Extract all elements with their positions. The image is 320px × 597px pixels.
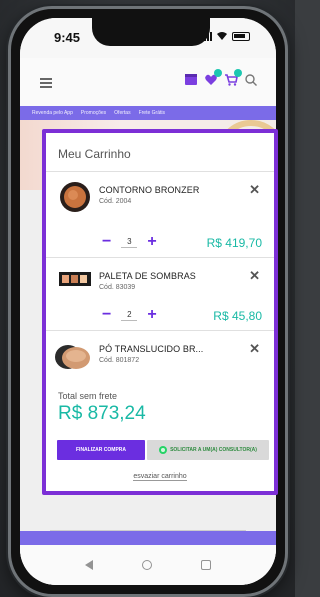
promo-item[interactable]: Ofertas	[114, 110, 130, 116]
battery-icon	[232, 31, 250, 41]
cart-title: Meu Carrinho	[58, 147, 131, 161]
quantity-stepper: − 2 +	[102, 307, 157, 323]
product-image-powder	[55, 345, 90, 369]
cart-icon[interactable]	[224, 69, 242, 87]
promo-bar: Revenda pelo App Promoções Ofertas Frete…	[20, 106, 276, 120]
recent-apps-icon[interactable]	[201, 560, 212, 570]
item-name: CONTORNO BRONZER	[99, 185, 200, 195]
back-icon[interactable]	[84, 560, 93, 570]
cart-badge	[234, 69, 242, 77]
heart-icon[interactable]	[204, 69, 222, 87]
wifi-icon	[217, 32, 227, 40]
whatsapp-consultant-button[interactable]: SOLICITAR A UM(A) CONSULTOR(A)	[147, 440, 269, 460]
item-name: PÓ TRANSLUCIDO BR...	[99, 344, 204, 354]
header-icons	[184, 69, 258, 87]
android-nav-bar	[20, 545, 276, 585]
item-code: Cód. 801872	[99, 357, 140, 364]
whatsapp-icon	[159, 446, 168, 454]
status-icons	[201, 31, 250, 41]
minus-icon[interactable]: −	[102, 234, 111, 250]
store-icon[interactable]	[184, 73, 198, 87]
status-time: 9:45	[54, 30, 81, 45]
divider	[46, 330, 274, 331]
heart-badge	[214, 69, 222, 77]
empty-cart-link[interactable]: esvaziar carrinho	[46, 473, 274, 481]
plus-icon[interactable]: +	[147, 307, 156, 323]
promo-item[interactable]: Frete Grátis	[139, 110, 165, 116]
item-code: Cód. 2004	[99, 198, 132, 205]
close-icon[interactable]: ✕	[249, 183, 260, 196]
product-image-palette	[59, 272, 91, 286]
item-price: R$ 45,80	[213, 309, 262, 323]
plus-icon[interactable]: +	[147, 234, 156, 250]
finish-purchase-button[interactable]: FINALIZAR COMPRA	[57, 440, 145, 460]
signal-icon	[201, 31, 212, 41]
total-label: Total sem frete	[58, 391, 118, 401]
divider	[46, 257, 274, 258]
divider	[46, 171, 274, 172]
total-value: R$ 873,24	[58, 403, 146, 424]
home-icon[interactable]	[141, 560, 152, 570]
promo-item[interactable]: Promoções	[81, 110, 106, 116]
notch	[92, 18, 210, 46]
search-icon[interactable]	[244, 73, 258, 87]
quantity-stepper: − 3 +	[102, 234, 157, 250]
promo-item[interactable]: Revenda pelo App	[32, 110, 73, 116]
item-price: R$ 419,70	[206, 236, 262, 250]
quantity-value[interactable]: 2	[121, 310, 138, 321]
bottom-bar	[20, 531, 276, 545]
close-icon[interactable]: ✕	[249, 342, 260, 355]
item-code: Cód. 83039	[99, 284, 136, 291]
close-icon[interactable]: ✕	[249, 269, 260, 282]
quantity-value[interactable]: 3	[121, 237, 138, 248]
hamburger-icon[interactable]	[40, 78, 52, 88]
empty-cart-label: esvaziar carrinho	[133, 473, 187, 481]
app-header	[20, 58, 276, 106]
item-name: PALETA DE SOMBRAS	[99, 271, 196, 281]
finish-purchase-label: FINALIZAR COMPRA	[76, 447, 126, 453]
minus-icon[interactable]: −	[102, 307, 111, 323]
cart-modal: Meu Carrinho CONTORNO BRONZER Cód. 2004 …	[42, 129, 278, 495]
status-bar: 9:45	[20, 18, 276, 58]
product-image-bronzer	[60, 182, 90, 212]
whatsapp-label: SOLICITAR A UM(A) CONSULTOR(A)	[170, 447, 257, 453]
